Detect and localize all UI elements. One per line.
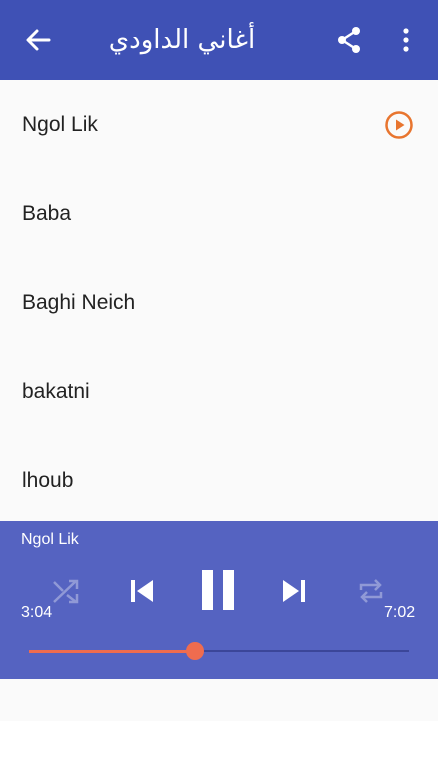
bottom-area [0,679,438,721]
music-player: Ngol Lik 3:04 7:02 [0,521,438,679]
app-bar: أغاني الداودي [0,0,438,80]
more-options-button[interactable] [392,22,420,58]
song-title: Baghi Neich [22,291,136,314]
seek-bar[interactable] [29,642,409,660]
page-title: أغاني الداودي [108,25,256,55]
song-item[interactable]: Baghi Neich [0,258,438,347]
seek-bar-progress [29,649,196,653]
song-item[interactable]: Baba [0,169,438,258]
repeat-button[interactable] [352,575,390,607]
song-list: Ngol Lik Baba Baghi Neich bakatni lhoub [0,80,438,521]
song-title: Baba [22,202,72,225]
play-circle-icon[interactable] [384,110,414,140]
more-vertical-icon [403,28,409,52]
seek-bar-thumb[interactable] [186,642,205,660]
previous-button[interactable] [124,573,160,609]
share-icon [338,27,360,53]
repeat-icon [359,579,383,603]
song-title: bakatni [22,380,90,403]
back-button[interactable] [18,22,58,58]
shuffle-icon [53,579,79,604]
skip-next-icon [283,580,305,602]
song-item[interactable]: bakatni [0,347,438,436]
next-button[interactable] [276,573,312,609]
skip-previous-icon [131,580,153,602]
total-time: 7:02 [384,604,416,621]
pause-button[interactable] [196,566,240,614]
now-playing-title: Ngol Lik [21,531,79,548]
share-button[interactable] [330,22,368,58]
song-title: lhoub [22,469,74,492]
shuffle-button[interactable] [48,575,84,607]
song-item[interactable]: Ngol Lik [0,80,438,169]
arrow-left-icon [26,29,51,51]
elapsed-time: 3:04 [21,604,53,621]
pause-icon [202,570,234,610]
song-title: Ngol Lik [22,113,98,136]
song-item[interactable]: lhoub [0,436,438,521]
